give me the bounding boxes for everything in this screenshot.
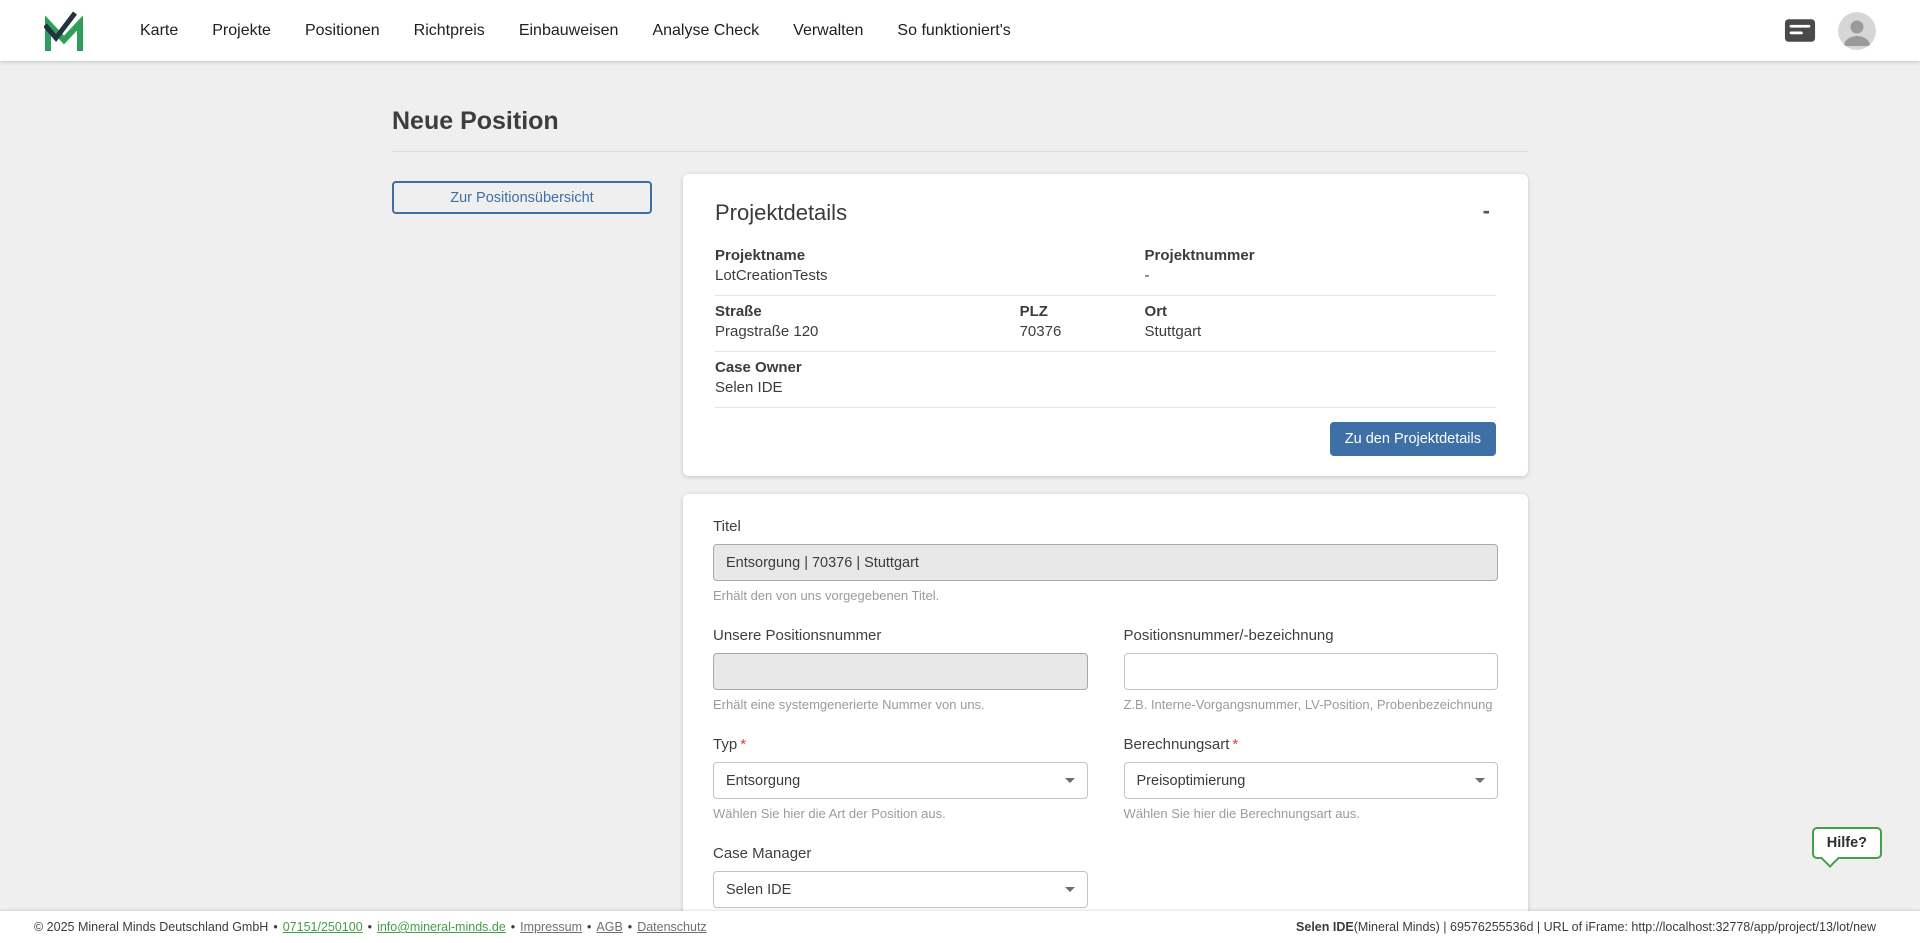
project-details-table: Projektname LotCreationTests Projektnumm…	[715, 240, 1496, 408]
case-manager-select[interactable]: Selen IDE	[713, 871, 1088, 908]
titel-helper: Erhält den von uns vorgegebenen Titel.	[713, 588, 1498, 603]
berechnungsart-helper: Wählen Sie hier die Berechnungsart aus.	[1124, 806, 1499, 821]
footer-separator: •	[587, 920, 591, 934]
case-owner-label: Case Owner	[715, 359, 1020, 376]
mineral-minds-logo-icon	[44, 10, 84, 52]
strasse-value: Pragstraße 120	[715, 323, 1020, 340]
nav-analyse-check[interactable]: Analyse Check	[652, 22, 759, 40]
footer-phone-link[interactable]: 07151/250100	[283, 920, 363, 934]
main-area: Neue Position Zur Positionsübersicht Pro…	[0, 61, 1920, 911]
required-asterisk: *	[1232, 736, 1238, 753]
case-owner-value: Selen IDE	[715, 379, 1020, 396]
strasse-label: Straße	[715, 303, 1020, 320]
nav-verwalten[interactable]: Verwalten	[793, 22, 863, 40]
nav-projekte[interactable]: Projekte	[212, 22, 271, 40]
titel-input	[713, 544, 1498, 581]
footer-separator: •	[628, 920, 632, 934]
footer-session-info: (Mineral Minds) | 69576255536d | URL of …	[1354, 920, 1876, 934]
footer-left: © 2025 Mineral Minds Deutschland GmbH • …	[34, 920, 707, 934]
typ-helper: Wählen Sie hier die Art der Position aus…	[713, 806, 1088, 821]
nav-karte[interactable]: Karte	[140, 22, 178, 40]
position-form-card: Titel Erhält den von uns vorgegebenen Ti…	[683, 494, 1528, 911]
footer-separator: •	[511, 920, 515, 934]
title-divider	[392, 151, 1528, 152]
footer-email-link[interactable]: info@mineral-minds.de	[377, 920, 506, 934]
typ-field-group: Typ* Entsorgung Wählen Sie hier die Art …	[713, 736, 1088, 821]
berechnungsart-label: Berechnungsart*	[1124, 736, 1499, 753]
berechnungsart-field-group: Berechnungsart* Preisoptimierung Wählen …	[1124, 736, 1499, 821]
user-avatar-icon[interactable]	[1838, 12, 1876, 50]
positionsnummer-helper: Z.B. Interne-Vorgangsnummer, LV-Position…	[1124, 697, 1499, 712]
footer: © 2025 Mineral Minds Deutschland GmbH • …	[0, 911, 1920, 943]
left-column: Zur Positionsübersicht	[392, 174, 683, 214]
zur-positionsuebersicht-button[interactable]: Zur Positionsübersicht	[392, 181, 652, 214]
detail-row-address: Straße Pragstraße 120 PLZ 70376 Ort Stut…	[715, 296, 1496, 352]
footer-separator: •	[368, 920, 372, 934]
unsere-positionsnummer-label: Unsere Positionsnummer	[713, 627, 1088, 644]
page-title: Neue Position	[392, 107, 1528, 136]
positionsnummer-label: Positionsnummer/-bezeichnung	[1124, 627, 1499, 644]
plz-value: 70376	[1020, 323, 1145, 340]
minus-icon[interactable]: -	[1477, 200, 1496, 222]
projektnummer-label: Projektnummer	[1145, 247, 1496, 264]
unsere-positionsnummer-input	[713, 653, 1088, 690]
footer-datenschutz-link[interactable]: Datenschutz	[637, 920, 706, 934]
typ-select[interactable]: Entsorgung	[713, 762, 1088, 799]
top-navbar: Karte Projekte Positionen Richtpreis Ein…	[0, 0, 1920, 61]
nav-positionen[interactable]: Positionen	[305, 22, 380, 40]
footer-separator: •	[273, 920, 277, 934]
footer-user-name: Selen IDE	[1296, 920, 1354, 934]
nav-einbauweisen[interactable]: Einbauweisen	[519, 22, 619, 40]
case-manager-field-group: Case Manager Selen IDE	[713, 845, 1088, 908]
positionsnummer-field-group: Positionsnummer/-bezeichnung Z.B. Intern…	[1124, 627, 1499, 712]
ort-value: Stuttgart	[1145, 323, 1496, 340]
zu-den-projektdetails-button[interactable]: Zu den Projektdetails	[1330, 422, 1496, 456]
projektname-value: LotCreationTests	[715, 267, 1020, 284]
detail-row-case-owner: Case Owner Selen IDE	[715, 352, 1496, 408]
project-card-title: Projektdetails	[715, 200, 847, 226]
berechnungsart-select[interactable]: Preisoptimierung	[1124, 762, 1499, 799]
titel-field-group: Titel Erhält den von uns vorgegebenen Ti…	[713, 518, 1498, 603]
projektnummer-value: -	[1145, 267, 1496, 284]
projektname-label: Projektname	[715, 247, 1020, 264]
typ-label: Typ*	[713, 736, 1088, 753]
berechnungsart-select-value: Preisoptimierung	[1137, 773, 1246, 789]
server-icon[interactable]	[1784, 18, 1816, 43]
chevron-down-icon	[1065, 887, 1075, 892]
chevron-down-icon	[1065, 778, 1075, 783]
unsere-positionsnummer-helper: Erhält eine systemgenerierte Nummer von …	[713, 697, 1088, 712]
footer-right: Selen IDE (Mineral Minds) | 69576255536d…	[1296, 920, 1876, 934]
project-details-card: Projektdetails - Projektname LotCreation…	[683, 174, 1528, 476]
case-manager-select-value: Selen IDE	[726, 882, 791, 898]
main-nav: Karte Projekte Positionen Richtpreis Ein…	[140, 22, 1011, 40]
typ-select-value: Entsorgung	[726, 773, 800, 789]
help-button[interactable]: Hilfe?	[1812, 827, 1882, 859]
footer-impressum-link[interactable]: Impressum	[520, 920, 582, 934]
copyright-text: © 2025 Mineral Minds Deutschland GmbH	[34, 920, 268, 934]
plz-label: PLZ	[1020, 303, 1145, 320]
navbar-right	[1784, 12, 1876, 50]
detail-row-name-number: Projektname LotCreationTests Projektnumm…	[715, 240, 1496, 296]
chevron-down-icon	[1475, 778, 1485, 783]
mineral-minds-logo[interactable]	[44, 10, 84, 52]
right-column: Projektdetails - Projektname LotCreation…	[683, 174, 1528, 911]
ort-label: Ort	[1145, 303, 1496, 320]
unsere-positionsnummer-field-group: Unsere Positionsnummer Erhält eine syste…	[713, 627, 1088, 712]
positionsnummer-input[interactable]	[1124, 653, 1499, 690]
titel-label: Titel	[713, 518, 1498, 535]
nav-so-funktionierts[interactable]: So funktioniert's	[897, 22, 1010, 40]
required-asterisk: *	[740, 736, 746, 753]
footer-agb-link[interactable]: AGB	[596, 920, 622, 934]
case-manager-label: Case Manager	[713, 845, 1088, 862]
nav-richtpreis[interactable]: Richtpreis	[414, 22, 485, 40]
